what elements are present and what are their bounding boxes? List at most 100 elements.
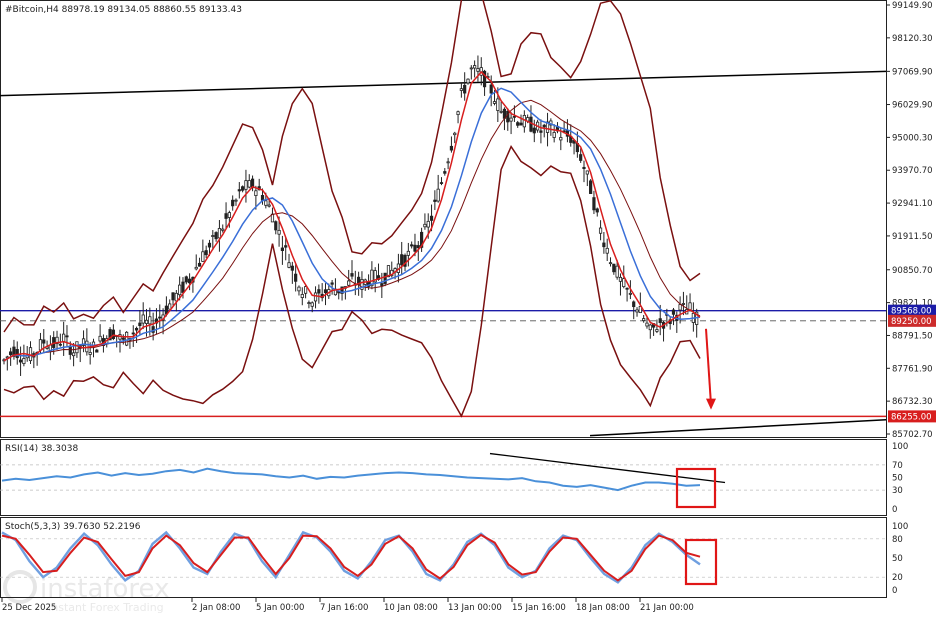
candle-body: [347, 280, 351, 286]
candle-body: [58, 343, 62, 346]
candle-body: [585, 170, 589, 175]
price-scale-label: 86732.30: [892, 397, 933, 407]
candle-body: [459, 88, 463, 91]
candle-body: [141, 314, 145, 324]
candle-body: [605, 247, 609, 254]
candle-body: [313, 292, 318, 302]
candle-body: [463, 84, 467, 94]
price-scale-label: 93970.70: [892, 166, 933, 176]
time-axis-label: 10 Jan 08:00: [384, 603, 438, 613]
candle-body: [642, 318, 646, 321]
candle-body: [65, 335, 69, 338]
candle-body: [197, 262, 202, 267]
candle-body: [645, 322, 649, 327]
stoch-panel-header: Stoch(5,3,3) 39.7630 52.2196: [5, 522, 141, 532]
candle-body: [15, 349, 19, 359]
rsi-scale-label: 100: [892, 442, 908, 452]
forecast-arrow: [705, 328, 712, 405]
candle-body: [95, 349, 99, 353]
candle-body: [18, 359, 23, 363]
bollinger-middle-band: [3, 99, 701, 362]
candle-body: [42, 339, 46, 344]
stoch-scale-label: 0: [892, 586, 897, 596]
time-axis-label: 18 Jan 08:00: [576, 603, 630, 613]
candle-body: [582, 166, 586, 170]
stoch-scale-label: 100: [892, 522, 908, 532]
candle-body: [429, 215, 434, 221]
lower-trendline: [589, 418, 887, 437]
candle-body: [380, 283, 384, 286]
stoch-scale-label: 50: [892, 554, 903, 564]
candle-body: [297, 286, 301, 292]
candle-body: [466, 78, 470, 84]
candle-body: [72, 352, 76, 357]
candle-body: [595, 208, 599, 213]
candle-body: [184, 276, 188, 283]
candle-body: [303, 286, 308, 294]
price-tag-label: 86255.00: [891, 412, 932, 422]
candle-body: [473, 65, 477, 69]
candle-body: [598, 227, 603, 234]
candle-body: [254, 190, 258, 196]
candle-body: [648, 324, 652, 331]
price-scale-label: 95000.30: [892, 133, 933, 143]
rsi-panel-frame: [0, 439, 887, 516]
fast-moving-average: [3, 70, 701, 362]
candle-body: [559, 137, 563, 141]
candle-body: [148, 316, 152, 325]
candle-body: [284, 245, 288, 248]
time-axis-label: 13 Jan 00:00: [448, 603, 502, 613]
candle-body: [628, 292, 633, 295]
candle-body: [592, 197, 596, 211]
candle-body: [207, 242, 212, 248]
candle-body: [632, 301, 636, 308]
candle-body: [492, 101, 497, 104]
time-axis-label: 2 Jan 08:00: [192, 603, 240, 613]
candle-body: [456, 111, 460, 116]
candle-body: [227, 212, 231, 218]
candle-body: [589, 180, 593, 194]
candle-body: [681, 303, 686, 305]
candle-body: [280, 247, 285, 251]
price-scale-label: 88791.50: [892, 331, 933, 341]
stoch-plot: [0, 530, 886, 586]
candle-body: [433, 199, 437, 202]
forecast-arrow-head-icon: [706, 398, 716, 410]
chart-canvas: instaforex Instant Forex Trading #Bitcoi…: [0, 0, 936, 614]
candle-body: [247, 180, 251, 188]
candle-body: [138, 322, 142, 327]
candle-body: [178, 284, 182, 296]
candle-body: [214, 232, 218, 240]
candle-body: [449, 145, 454, 151]
candle-body: [522, 115, 526, 128]
stoch-scale-label: 20: [892, 573, 903, 583]
candle-body: [310, 302, 314, 307]
price-tag-label: 89250.00: [891, 317, 932, 327]
candle-body: [22, 358, 26, 364]
time-axis-label: 7 Jan 16:00: [320, 603, 368, 613]
candle-body: [125, 331, 129, 346]
candle-body: [88, 351, 92, 355]
watermark-brand: instaforex: [40, 574, 169, 604]
candle-body: [85, 340, 89, 353]
candle-body: [294, 273, 298, 282]
candle-body: [615, 265, 619, 278]
candle-body: [469, 67, 473, 70]
candle-body: [539, 130, 543, 133]
candle-body: [406, 250, 410, 256]
candle-body: [618, 276, 623, 282]
candle-body: [658, 318, 662, 323]
candle-body: [516, 122, 520, 126]
rsi-scale: 100 70 50 30 0: [892, 442, 908, 515]
candle-body: [38, 339, 43, 351]
time-axis-label: 25 Dec 2025: [2, 603, 56, 613]
candle-body: [171, 292, 175, 301]
candle-body: [655, 329, 659, 332]
candle-body: [496, 98, 500, 111]
candle-body: [264, 200, 268, 206]
candle-body: [622, 278, 626, 288]
candle-body: [300, 294, 304, 298]
candle-body: [426, 220, 430, 228]
candle-body: [602, 242, 606, 248]
candle-body: [290, 265, 294, 271]
